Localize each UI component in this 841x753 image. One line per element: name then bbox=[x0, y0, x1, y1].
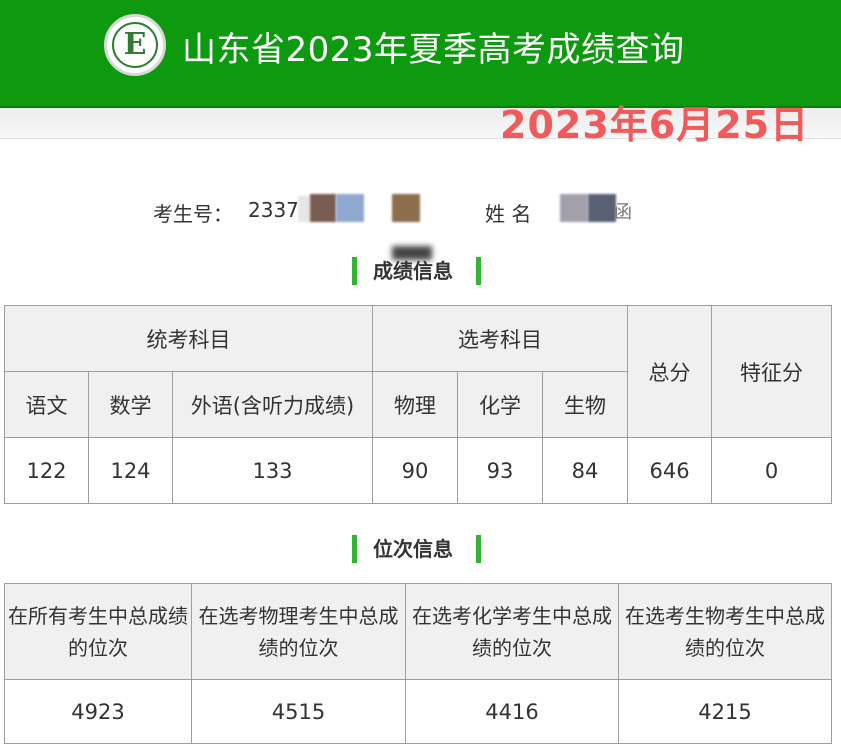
score-cell: 124 bbox=[88, 437, 173, 504]
redaction-block bbox=[336, 194, 364, 222]
bonus-score-value: 0 bbox=[711, 437, 833, 504]
heading-accent-left bbox=[352, 535, 357, 563]
redaction-block bbox=[298, 196, 310, 222]
heading-accent-right bbox=[476, 257, 481, 285]
seal-letter: E bbox=[123, 27, 147, 62]
total-score-header: 总分 bbox=[627, 305, 713, 438]
rank-value: 4515 bbox=[191, 679, 406, 744]
rank-table: 在所有考生中总成绩的位次 在选考物理考生中总成绩的位次 在选考化学考生中总成绩的… bbox=[4, 583, 832, 744]
subject-header: 外语(含听力成绩) bbox=[171, 371, 374, 438]
rank-value: 4923 bbox=[4, 679, 192, 744]
rank-header: 在选考生物考生中总成绩的位次 bbox=[618, 583, 832, 680]
score-cell: 133 bbox=[171, 437, 374, 504]
heading-accent-left bbox=[352, 257, 357, 285]
score-section-heading: 成绩信息 bbox=[352, 257, 484, 285]
exam-number-value: 2337 bbox=[248, 198, 299, 222]
redaction-block bbox=[560, 194, 588, 222]
subject-header: 数学 bbox=[88, 371, 173, 438]
bonus-score-header: 特征分 bbox=[711, 305, 833, 438]
elective-subjects-header: 选考科目 bbox=[372, 305, 629, 372]
score-table: 统考科目 选考科目 总分 特征分 语文 数学 外语(含听力成绩) 物理 化学 生… bbox=[3, 305, 833, 504]
rank-header: 在所有考生中总成绩的位次 bbox=[4, 583, 192, 680]
heading-accent-right bbox=[476, 535, 481, 563]
score-cell: 84 bbox=[542, 437, 629, 504]
exam-number-label: 考生号： bbox=[153, 202, 233, 226]
date-stamp: 2023年6月25日 bbox=[500, 103, 810, 147]
exam-authority-seal-icon: E bbox=[104, 14, 166, 76]
unified-subjects-header: 统考科目 bbox=[3, 305, 374, 372]
redaction-block bbox=[588, 194, 616, 222]
score-section-title: 成绩信息 bbox=[373, 259, 453, 283]
subject-header: 化学 bbox=[457, 371, 544, 438]
score-cell: 122 bbox=[4, 437, 89, 504]
redaction-block bbox=[392, 194, 420, 222]
subject-header: 语文 bbox=[4, 371, 89, 438]
site-header: E 山东省2023年夏季高考成绩查询 bbox=[0, 0, 841, 108]
rank-header: 在选考化学考生中总成绩的位次 bbox=[405, 583, 619, 680]
rank-value: 4416 bbox=[405, 679, 619, 744]
score-cell: 90 bbox=[372, 437, 459, 504]
rank-value: 4215 bbox=[618, 679, 832, 744]
rank-section-heading: 位次信息 bbox=[352, 535, 484, 563]
page-title: 山东省2023年夏季高考成绩查询 bbox=[182, 30, 685, 70]
total-score-value: 646 bbox=[627, 437, 713, 504]
subject-header: 物理 bbox=[372, 371, 459, 438]
subject-header: 生物 bbox=[542, 371, 629, 438]
rank-header: 在选考物理考生中总成绩的位次 bbox=[191, 583, 406, 680]
name-label: 姓 名 bbox=[485, 202, 532, 226]
score-cell: 93 bbox=[457, 437, 544, 504]
name-visible-tail: 函 bbox=[614, 202, 632, 223]
rank-section-title: 位次信息 bbox=[373, 537, 453, 561]
redaction-block bbox=[310, 194, 336, 222]
